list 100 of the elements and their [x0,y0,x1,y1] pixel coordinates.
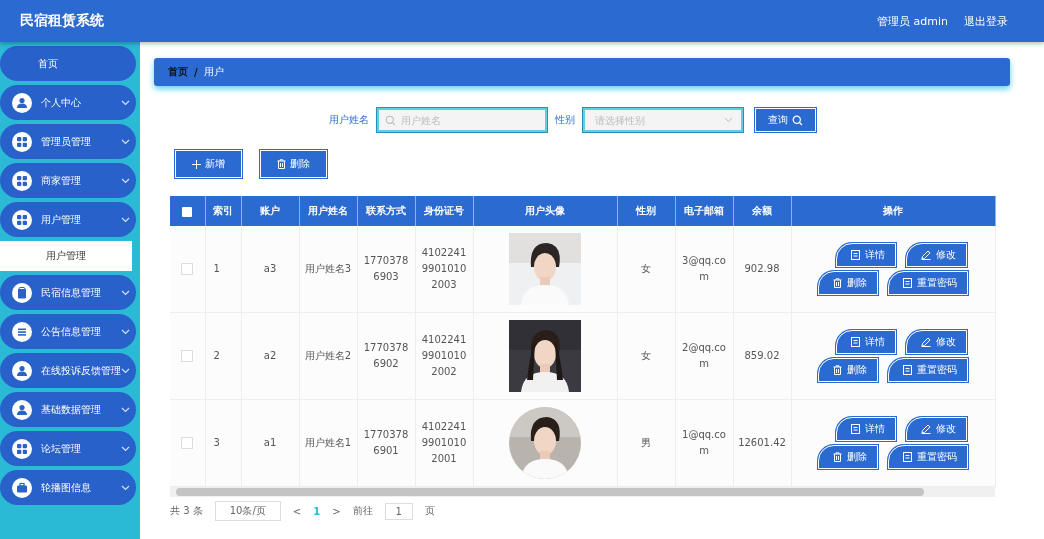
reset-password-button[interactable]: 重置密码 [888,358,968,382]
menu-item[interactable]: 用户管理 [0,202,136,237]
person-icon [12,360,32,381]
table-cell-text: 902.98 [744,262,780,276]
menu-item[interactable]: 管理员管理 [0,124,136,159]
delete-button[interactable]: 删除 [818,358,878,382]
pencil-icon [920,424,931,434]
field-label: 用户姓名 [328,113,369,127]
breadcrumb-item[interactable]: 首页 [168,65,188,79]
table-cell-text: 17703786901 [362,428,410,458]
menu-item[interactable]: 在线投诉反馈管理 [0,353,136,388]
table-cell-text: 用户姓名3 [304,262,352,276]
delete-button[interactable]: 删除 [260,150,327,178]
goto-page-field[interactable]: 1 [384,502,413,520]
column-header: 电子邮箱 [675,196,733,226]
prev-page-button[interactable]: < [292,505,302,517]
chevron-icon [121,289,130,296]
document-icon [850,250,860,260]
pencil-icon [920,337,931,347]
table-cell-text: 1@qq.com [681,428,727,458]
person-icon [12,399,32,420]
menu-item[interactable]: 个人中心 [0,85,136,120]
table-cell-text: 859.02 [744,349,780,363]
column-header: 索引 [205,196,241,226]
select-all-checkbox[interactable] [182,206,193,217]
total-count: 共 3 条 [170,504,203,518]
menu-item[interactable]: 商家管理 [0,163,136,198]
details-button[interactable]: 详情 [835,330,896,354]
chevron-icon [121,328,130,335]
table-cell-text: 用户姓名1 [304,436,352,450]
clipboard-icon [12,282,32,303]
table-cell-text: 410224199010102002 [420,333,468,379]
table-cell-text: 用户姓名2 [304,349,352,363]
menu-item[interactable]: 论坛管理 [0,431,136,466]
table-cell-text: 2 [213,349,220,363]
trash-icon [833,365,842,375]
horizontal-scrollbar[interactable] [170,487,995,497]
table-cell-text: 3 [213,436,220,450]
column-header: 身份证号 [415,196,473,226]
table-cell-text: 女 [641,349,651,363]
breadcrumb-item: 用户 [203,65,224,79]
menu-item[interactable]: 首页 [0,46,136,81]
trash-icon [833,278,842,288]
menu-item[interactable]: 轮播图信息 [0,470,136,505]
search-icon [791,114,803,126]
chevron-icon [121,484,130,491]
edit-button[interactable]: 修改 [905,330,967,354]
logout-link[interactable]: 退出登录 [964,13,1008,29]
grid-icon [12,131,32,152]
goto-label: 前往 [352,504,373,518]
query-button[interactable]: 查询 [754,108,816,132]
chevron-icon [121,138,130,145]
menu-item[interactable]: 基础数据管理 [0,392,136,427]
details-button[interactable]: 详情 [835,243,896,267]
column-header: 账户 [241,196,299,226]
chevron-icon [121,367,130,374]
table-cell-text: a2 [263,349,277,363]
table-cell-text: 2@qq.com [681,341,727,371]
trash-icon [277,159,286,169]
grid-icon [12,170,32,191]
table-cell-text: 17703786902 [362,341,410,371]
table-cell-text: 男 [641,436,651,450]
grid-icon [12,438,32,459]
reset-password-button[interactable]: 重置密码 [888,271,968,295]
page-size-select[interactable]: 10条/页 [214,501,281,521]
delete-button[interactable]: 删除 [818,271,878,295]
user-label: 管理员 admin [877,13,948,29]
plus-icon [192,159,201,169]
submenu-item[interactable]: 用户管理 [0,241,132,271]
chevron-icon [121,406,130,413]
chevron-icon [121,177,130,184]
table-cell-text: a1 [263,436,277,450]
column-header: 联系方式 [357,196,415,226]
menu-item[interactable]: 公告信息管理 [0,314,136,349]
document-icon [850,424,860,434]
delete-button[interactable]: 删除 [818,445,878,469]
document-icon [903,452,912,462]
details-button[interactable]: 详情 [835,417,896,441]
column-header: 用户姓名 [299,196,357,226]
next-page-button[interactable]: > [332,505,341,517]
chevron-icon [723,117,733,123]
table-cell-text: a3 [263,262,277,276]
breadcrumb-separator: / [194,66,198,78]
table-cell-text: 女 [641,262,651,276]
column-header: 余额 [733,196,791,226]
page-unit-label: 页 [424,504,435,518]
app-title: 民宿租赁系统 [20,12,105,30]
menu-item[interactable]: 民宿信息管理 [0,275,136,310]
chevron-icon [121,99,130,106]
add-button[interactable]: 新增 [175,150,242,178]
row-checkbox[interactable] [181,350,194,362]
document-icon [903,365,912,375]
search-icon [384,115,396,126]
row-checkbox[interactable] [181,263,194,275]
edit-button[interactable]: 修改 [905,417,967,441]
chevron-icon [121,216,130,223]
column-header: 性别 [617,196,675,226]
row-checkbox[interactable] [181,437,194,449]
reset-password-button[interactable]: 重置密码 [888,445,968,469]
edit-button[interactable]: 修改 [905,243,967,267]
